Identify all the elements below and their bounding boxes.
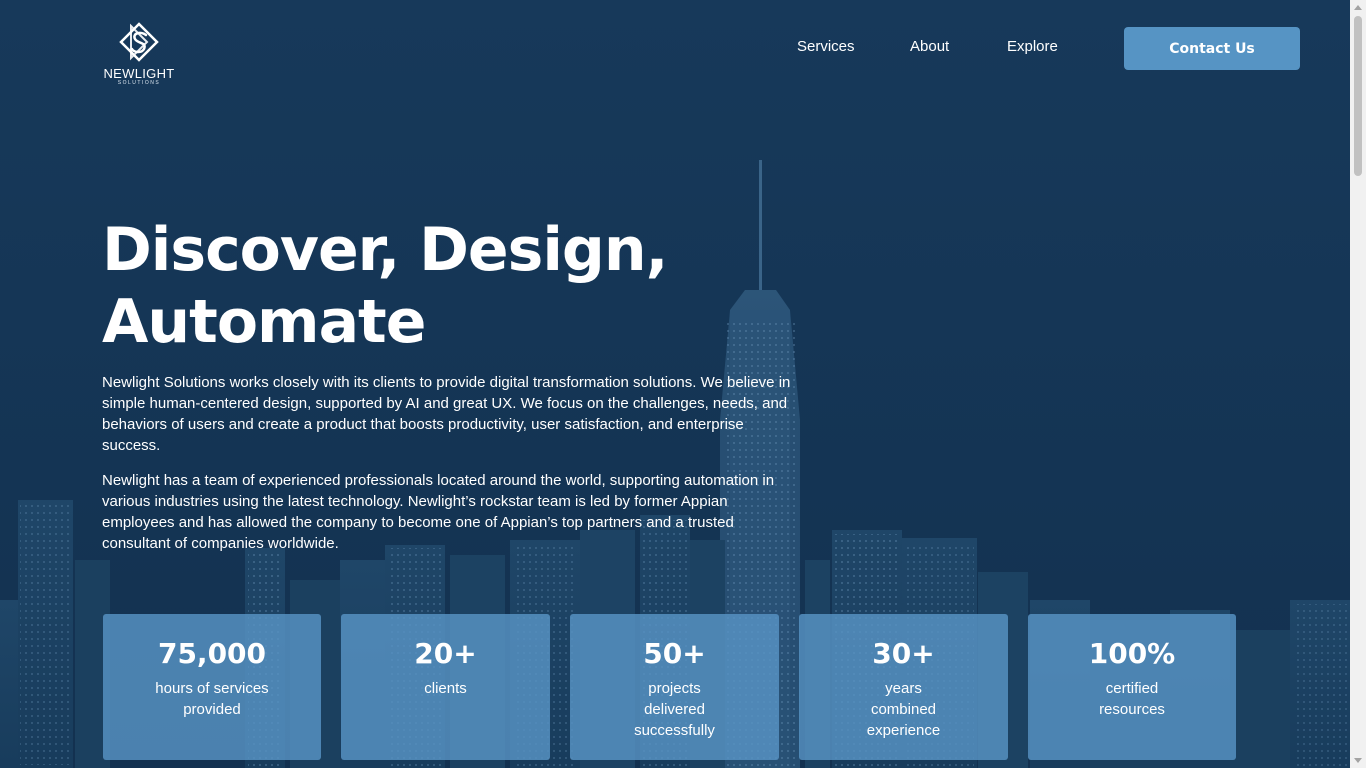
contact-us-button[interactable]: Contact Us: [1124, 27, 1300, 70]
nav-explore-link[interactable]: Explore: [1007, 38, 1058, 55]
stat-value: 20+: [414, 637, 477, 670]
nav-about-link[interactable]: About: [910, 38, 949, 55]
newlight-logo-icon: [119, 22, 159, 62]
stat-label: hours of services provided: [155, 680, 269, 718]
stat-label: years combined experience: [866, 680, 941, 739]
stat-label: certified resources: [1099, 680, 1165, 718]
hero-section: NEWLIGHT SOLUTIONS Services About Explor…: [0, 0, 1350, 768]
stat-label: clients: [424, 680, 467, 697]
hero-paragraph-2: Newlight has a team of experienced profe…: [102, 472, 775, 552]
scrollbar-thumb[interactable]: [1354, 16, 1362, 176]
page-scrollbar[interactable]: [1350, 0, 1366, 768]
scroll-up-arrow-icon[interactable]: [1354, 5, 1362, 10]
stat-card-clients: 20+ clients: [341, 614, 550, 760]
brand-subtitle: SOLUTIONS: [117, 80, 161, 86]
stat-value: 50+: [643, 637, 706, 670]
stat-card-hours: 75,000 hours of services provided: [103, 614, 321, 760]
nav-services-link[interactable]: Services: [797, 38, 855, 55]
stat-value: 30+: [872, 637, 935, 670]
brand-name: NEWLIGHT: [103, 66, 175, 81]
stat-card-years: 30+ years combined experience: [799, 614, 1008, 760]
brand-logo[interactable]: NEWLIGHT SOLUTIONS: [101, 22, 177, 86]
stat-label: projects delivered successfully: [634, 680, 715, 739]
stat-value: 75,000: [157, 637, 267, 670]
stat-value: 100%: [1088, 637, 1176, 670]
hero-paragraph-1: Newlight Solutions works closely with it…: [102, 374, 791, 454]
scroll-down-arrow-icon[interactable]: [1354, 758, 1362, 763]
stat-card-certified: 100% certified resources: [1028, 614, 1236, 760]
stat-card-projects: 50+ projects delivered successfully: [570, 614, 779, 760]
hero-headline: Discover, Design, Automate: [102, 215, 668, 357]
